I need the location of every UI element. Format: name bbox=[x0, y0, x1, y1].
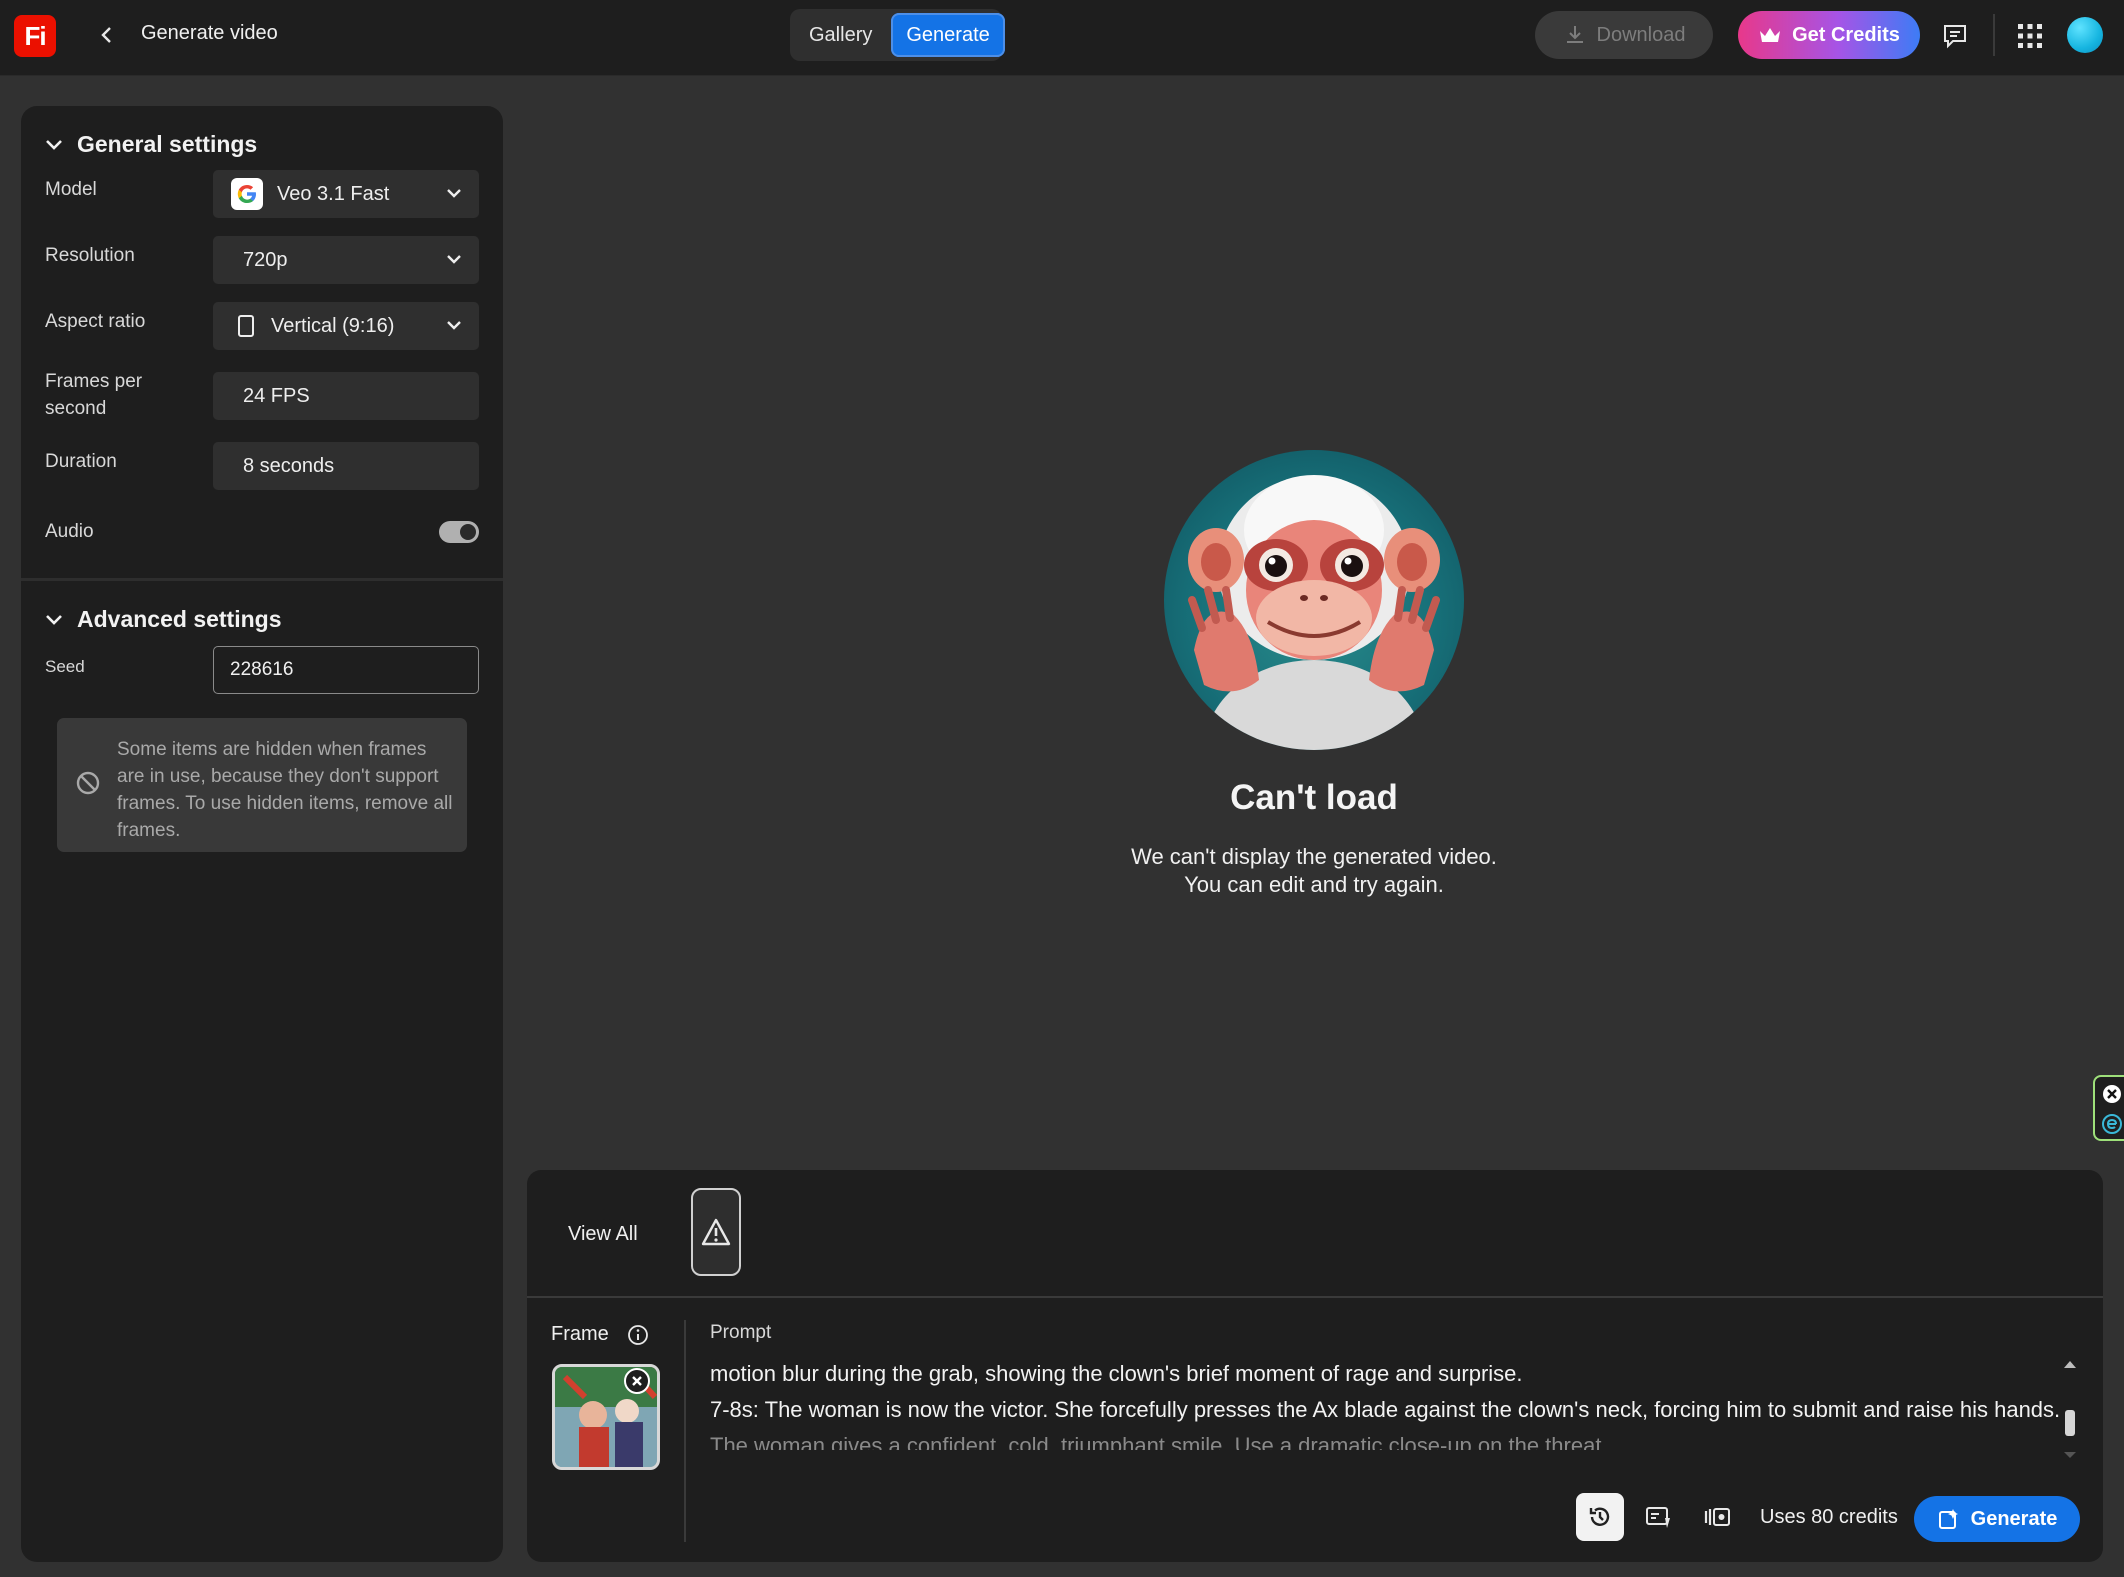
frame-label: Frame bbox=[551, 1323, 609, 1345]
model-label: Model bbox=[45, 179, 97, 200]
advanced-settings-title: Advanced settings bbox=[77, 606, 282, 632]
resolution-value: 720p bbox=[243, 248, 288, 271]
camera-motion-icon bbox=[1704, 1508, 1730, 1526]
chevron-down-icon bbox=[447, 189, 461, 198]
mode-switch: Gallery Generate bbox=[790, 9, 1005, 61]
scrollbar-thumb[interactable] bbox=[2065, 1410, 2075, 1436]
vertical-divider bbox=[684, 1320, 686, 1542]
fps-value: 24 FPS bbox=[243, 384, 310, 407]
credit-usage: Uses 80 credits bbox=[1760, 1506, 1898, 1528]
duration-value: 8 seconds bbox=[243, 454, 335, 477]
extension-e-icon bbox=[2102, 1114, 2122, 1134]
style-reference-button[interactable] bbox=[1635, 1493, 1683, 1541]
failed-generation-thumbnail[interactable] bbox=[691, 1188, 741, 1276]
audio-label: Audio bbox=[45, 521, 94, 542]
chat-icon bbox=[1944, 25, 1966, 49]
scroll-up-icon bbox=[2064, 1361, 2076, 1368]
fps-field[interactable]: 24 FPS bbox=[213, 372, 479, 420]
generate-label: Generate bbox=[1970, 1507, 2058, 1530]
advanced-settings-header[interactable]: Advanced settings bbox=[45, 606, 282, 633]
resolution-select[interactable]: 720p bbox=[213, 236, 479, 284]
apps-button[interactable] bbox=[2014, 20, 2046, 52]
seed-label: Seed bbox=[45, 657, 85, 676]
tab-gallery[interactable]: Gallery bbox=[794, 13, 887, 57]
aspect-ratio-label: Aspect ratio bbox=[45, 311, 146, 332]
seed-input[interactable]: 228616 bbox=[213, 646, 479, 694]
audio-toggle[interactable] bbox=[439, 521, 479, 543]
hidden-items-note: Some items are hidden when frames are in… bbox=[57, 718, 467, 852]
chevron-down-icon bbox=[46, 139, 62, 150]
general-settings-title: General settings bbox=[77, 131, 258, 157]
panel-divider bbox=[527, 1296, 2103, 1298]
prompt-label: Prompt bbox=[710, 1322, 772, 1343]
user-avatar[interactable] bbox=[2067, 17, 2103, 53]
page-title: Generate video bbox=[141, 22, 278, 44]
tab-generate[interactable]: Generate bbox=[891, 13, 1005, 57]
warning-icon bbox=[701, 1218, 731, 1246]
google-icon bbox=[231, 178, 263, 210]
aspect-ratio-select[interactable]: Vertical (9:16) bbox=[213, 302, 479, 350]
hidden-items-note-text: Some items are hidden when frames are in… bbox=[117, 739, 453, 841]
download-button[interactable]: Download bbox=[1535, 11, 1713, 59]
duration-label: Duration bbox=[45, 451, 117, 472]
crown-icon bbox=[1760, 28, 1781, 42]
general-settings-header[interactable]: General settings bbox=[45, 131, 257, 158]
aspect-ratio-value: Vertical (9:16) bbox=[271, 314, 395, 337]
close-icon bbox=[632, 1376, 642, 1386]
image-settings-icon bbox=[1646, 1507, 1670, 1528]
remove-frame-button[interactable] bbox=[624, 1368, 650, 1394]
chevron-down-icon bbox=[447, 255, 461, 264]
resolution-label: Resolution bbox=[45, 245, 135, 266]
view-all-link[interactable]: View All bbox=[568, 1223, 638, 1246]
back-button[interactable] bbox=[92, 20, 122, 50]
section-divider bbox=[21, 578, 503, 581]
prompt-textarea[interactable]: motion blur during the grab, showing the… bbox=[710, 1356, 2080, 1450]
prompt-panel: View All Frame Prompt motion blur during… bbox=[527, 1170, 2103, 1562]
monkey-illustration-icon bbox=[1188, 475, 1440, 750]
chevron-left-icon bbox=[101, 27, 111, 43]
scroll-down-icon bbox=[2064, 1452, 2076, 1458]
duration-field[interactable]: 8 seconds bbox=[213, 442, 479, 490]
top-divider bbox=[1993, 14, 1995, 56]
download-label: Download bbox=[1596, 23, 1686, 46]
get-credits-label: Get Credits bbox=[1792, 23, 1900, 46]
model-select[interactable]: Veo 3.1 Fast bbox=[213, 170, 479, 218]
error-illustration bbox=[1164, 450, 1464, 750]
apps-grid-icon bbox=[2018, 24, 2042, 48]
chevron-down-icon bbox=[46, 614, 62, 625]
prohibited-icon bbox=[76, 771, 100, 795]
close-circle-icon bbox=[2103, 1085, 2121, 1103]
get-credits-button[interactable]: Get Credits bbox=[1738, 11, 1920, 59]
error-message: We can't display the generated video. Yo… bbox=[1131, 844, 1497, 897]
prompt-scrollbar[interactable] bbox=[2062, 1358, 2078, 1458]
prompt-history-button[interactable] bbox=[1576, 1493, 1624, 1541]
error-title: Can't load bbox=[1230, 778, 1398, 817]
settings-panel: General settings Model Veo 3.1 Fast Reso… bbox=[21, 106, 503, 1562]
history-icon bbox=[1589, 1507, 1610, 1526]
feedback-button[interactable] bbox=[1939, 20, 1971, 52]
generate-icon bbox=[1938, 1509, 1958, 1529]
portrait-icon bbox=[238, 315, 254, 337]
fps-label: Frames per second bbox=[45, 371, 143, 419]
download-icon bbox=[1566, 26, 1583, 43]
chevron-down-icon bbox=[447, 321, 461, 330]
top-bar: Fi Generate video Gallery Generate Downl… bbox=[0, 0, 2124, 76]
generate-button[interactable]: Generate bbox=[1914, 1496, 2080, 1542]
model-value: Veo 3.1 Fast bbox=[277, 182, 390, 205]
camera-motion-button[interactable] bbox=[1693, 1493, 1741, 1541]
extension-side-tab[interactable] bbox=[2093, 1075, 2124, 1141]
info-icon[interactable] bbox=[627, 1324, 649, 1346]
firefly-logo[interactable]: Fi bbox=[14, 15, 56, 57]
